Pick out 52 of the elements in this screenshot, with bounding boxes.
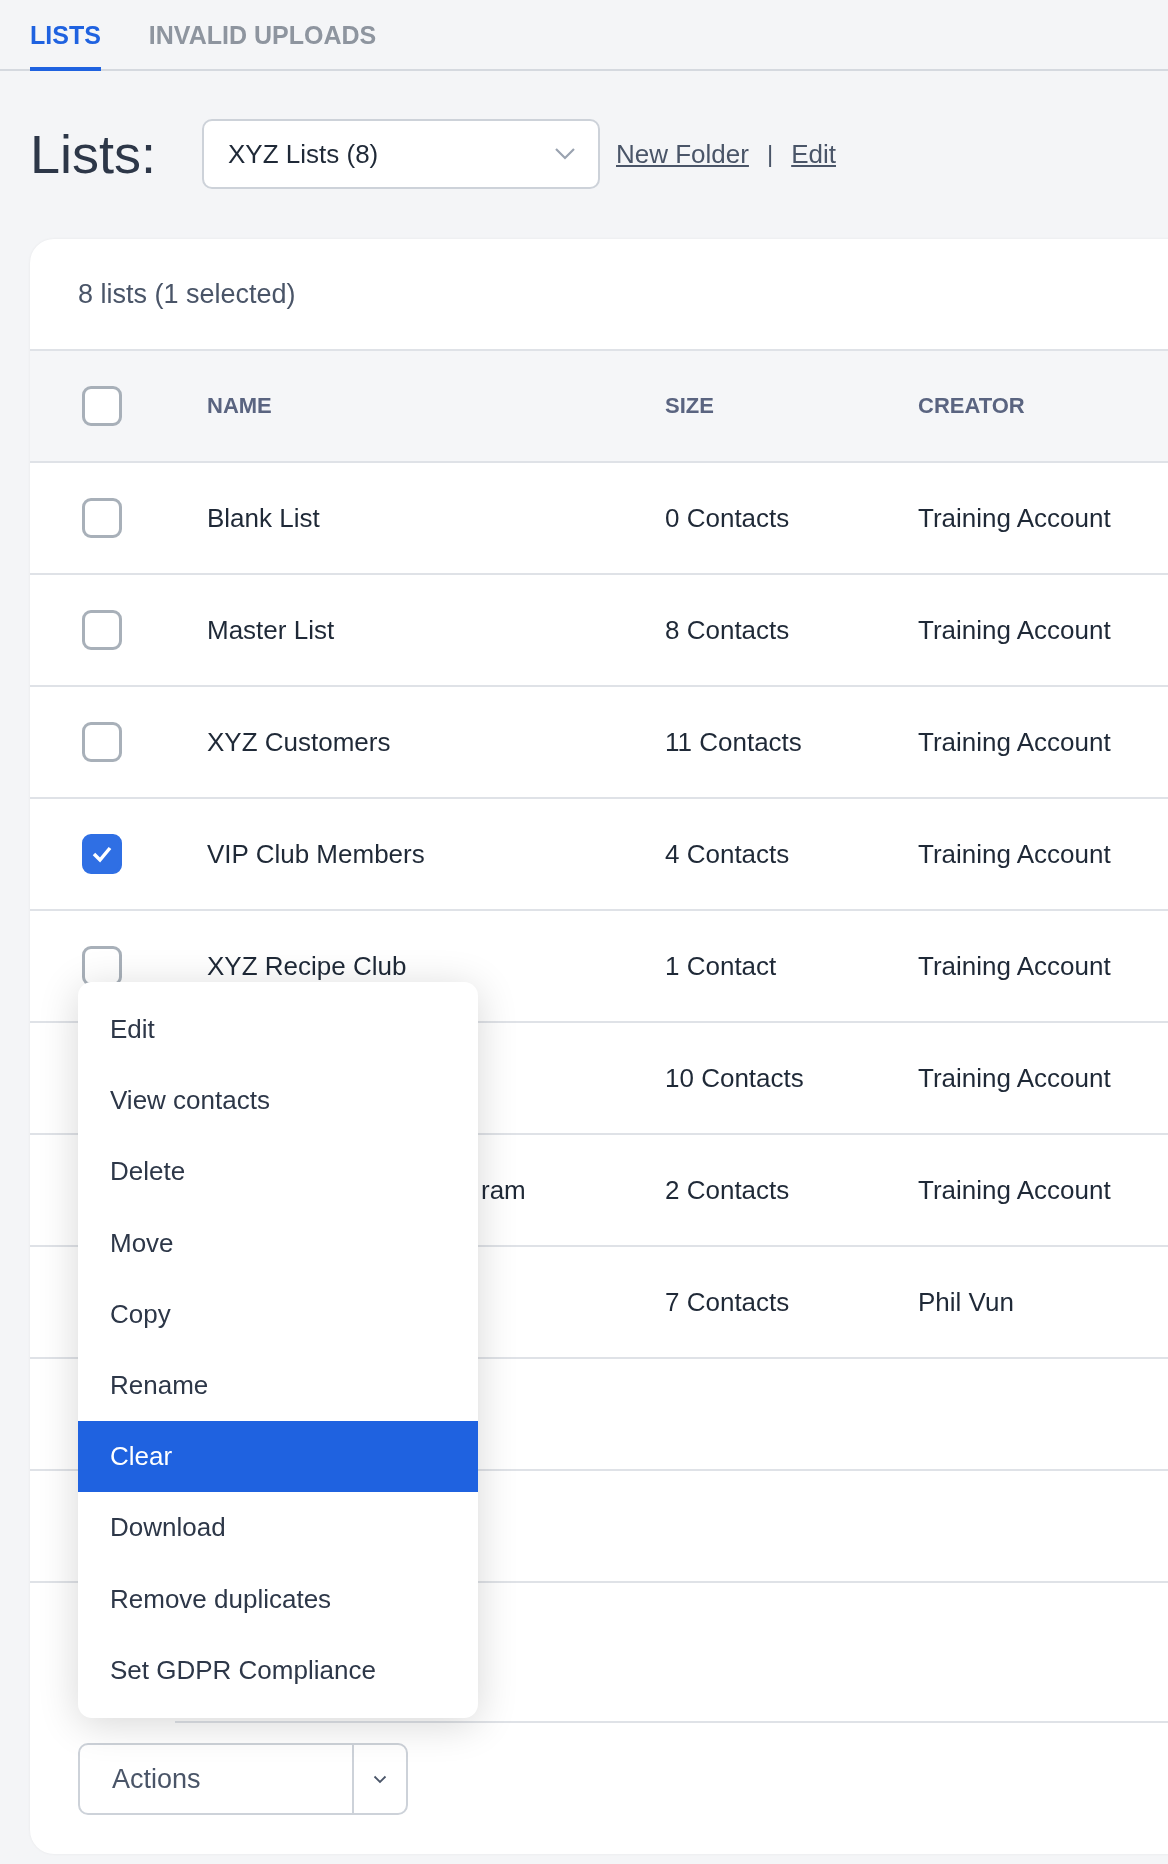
table-cell: Training Account bbox=[918, 502, 1111, 533]
chevron-down-icon bbox=[554, 147, 576, 161]
table-cell: Master List bbox=[207, 614, 335, 645]
row-checkbox[interactable] bbox=[82, 722, 122, 762]
selection-summary: 8 lists (1 selected) bbox=[78, 278, 296, 310]
caret-icon bbox=[373, 1774, 387, 1784]
row-checkbox[interactable] bbox=[82, 834, 122, 874]
row-checkbox[interactable] bbox=[82, 946, 122, 986]
row-checkbox[interactable] bbox=[82, 610, 122, 650]
table-cell: 4 Contacts bbox=[665, 838, 790, 869]
menu-item[interactable]: Remove duplicates bbox=[78, 1563, 478, 1635]
menu-item[interactable]: Edit bbox=[78, 994, 478, 1066]
table-cell: Training Account bbox=[918, 1174, 1111, 1205]
table-cell: 1 Contact bbox=[665, 950, 777, 981]
select-all-checkbox[interactable] bbox=[82, 386, 122, 426]
menu-item[interactable]: Download bbox=[78, 1492, 478, 1564]
table-cell: Training Account bbox=[918, 950, 1111, 981]
column-header[interactable]: CREATOR bbox=[918, 393, 1168, 419]
table-cell: Training Account bbox=[918, 614, 1111, 645]
table-cell: 2 Contacts bbox=[665, 1174, 790, 1205]
table-cell: ram bbox=[481, 1174, 526, 1205]
table-cell: 10 Contacts bbox=[665, 1062, 804, 1093]
column-header[interactable]: NAME bbox=[207, 393, 665, 419]
folder-select[interactable]: XYZ Lists (8) bbox=[202, 119, 600, 189]
menu-item[interactable]: Move bbox=[78, 1207, 478, 1279]
table-cell: 7 Contacts bbox=[665, 1286, 790, 1317]
menu-item[interactable]: Set GDPR Compliance bbox=[78, 1634, 478, 1706]
table-cell: XYZ Customers bbox=[207, 726, 391, 757]
menu-item[interactable]: Copy bbox=[78, 1278, 478, 1350]
column-header[interactable]: SIZE bbox=[665, 393, 918, 419]
tab[interactable]: LISTS bbox=[30, 0, 101, 71]
table-cell: Blank List bbox=[207, 502, 320, 533]
row-checkbox[interactable] bbox=[82, 498, 122, 538]
table-cell: Training Account bbox=[918, 726, 1111, 757]
table-cell: 8 Contacts bbox=[665, 614, 790, 645]
table-cell: Training Account bbox=[918, 1062, 1111, 1093]
menu-item[interactable]: View contacts bbox=[78, 1065, 478, 1137]
table-cell: VIP Club Members bbox=[207, 838, 425, 869]
table-cell: 0 Contacts bbox=[665, 502, 790, 533]
checkmark-icon bbox=[90, 844, 114, 864]
new-folder-link[interactable]: New Folder bbox=[616, 138, 749, 170]
table-cell: 11 Contacts bbox=[665, 726, 802, 757]
table-cell: XYZ Recipe Club bbox=[207, 950, 407, 981]
link-separator: | bbox=[766, 140, 774, 168]
page-title: Lists: bbox=[30, 123, 158, 185]
menu-item[interactable]: Clear bbox=[78, 1421, 478, 1493]
actions-split-button[interactable]: Actions bbox=[78, 1743, 408, 1815]
table-cell: Training Account bbox=[918, 838, 1111, 869]
menu-item[interactable]: Rename bbox=[78, 1349, 478, 1422]
menu-item[interactable]: Delete bbox=[78, 1136, 478, 1208]
table-cell: Phil Vun bbox=[918, 1286, 1014, 1317]
edit-link[interactable]: Edit bbox=[791, 138, 836, 170]
